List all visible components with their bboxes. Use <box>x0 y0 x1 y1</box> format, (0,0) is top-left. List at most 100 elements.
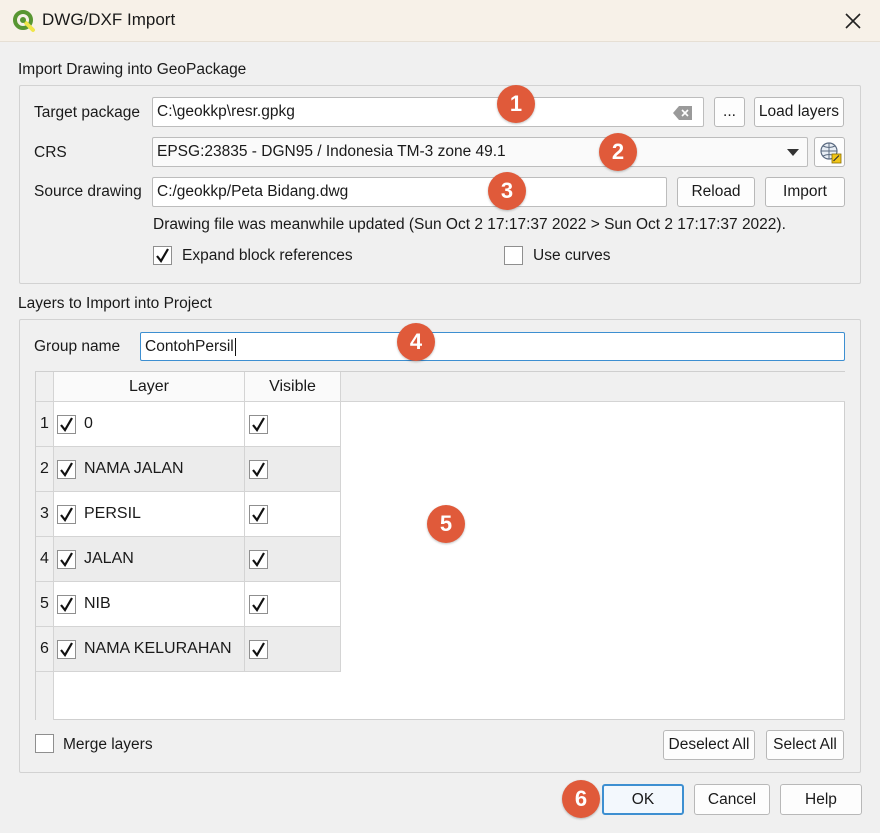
table-row[interactable]: 5 NIB <box>36 582 341 627</box>
layer-cell[interactable]: NIB <box>54 582 245 627</box>
annotation-badge-2: 2 <box>599 133 637 171</box>
checkmark-icon <box>60 552 73 567</box>
reload-button[interactable]: Reload <box>677 177 755 207</box>
help-button[interactable]: Help <box>780 784 862 815</box>
table-row[interactable]: 4 JALAN <box>36 537 341 582</box>
checkmark-icon <box>252 417 265 432</box>
checkmark-icon <box>252 642 265 657</box>
load-layers-button[interactable]: Load layers <box>754 97 844 127</box>
merge-layers-checkbox[interactable] <box>35 734 54 753</box>
checkmark-icon <box>156 248 169 263</box>
layer-cell[interactable]: PERSIL <box>54 492 245 537</box>
checkmark-icon <box>60 597 73 612</box>
layer-name: PERSIL <box>84 505 141 522</box>
table-row[interactable]: 2 NAMA JALAN <box>36 447 341 492</box>
layer-select-checkbox[interactable] <box>57 460 76 479</box>
annotation-badge-6: 6 <box>562 780 600 818</box>
annotation-badge-1: 1 <box>497 85 535 123</box>
layer-select-checkbox[interactable] <box>57 640 76 659</box>
target-package-field[interactable]: C:\geokkp\resr.gpkg <box>152 97 704 127</box>
source-drawing-label: Source drawing <box>34 183 142 200</box>
visible-cell[interactable] <box>245 537 341 582</box>
row-number[interactable]: 1 <box>36 402 54 447</box>
layer-visible-checkbox[interactable] <box>249 640 268 659</box>
chevron-down-icon <box>787 149 799 156</box>
merge-layers-label: Merge layers <box>63 736 153 753</box>
cancel-button[interactable]: Cancel <box>694 784 770 815</box>
checkmark-icon <box>252 462 265 477</box>
annotation-badge-4: 4 <box>397 323 435 361</box>
section-title-layers: Layers to Import into Project <box>18 295 212 312</box>
layer-cell[interactable]: NAMA KELURAHAN <box>54 627 245 672</box>
layer-select-checkbox[interactable] <box>57 595 76 614</box>
target-package-label: Target package <box>34 104 140 121</box>
row-number[interactable]: 4 <box>36 537 54 582</box>
group-name-label: Group name <box>34 338 121 355</box>
layer-select-checkbox[interactable] <box>57 550 76 569</box>
table-row[interactable]: 6 NAMA KELURAHAN <box>36 627 341 672</box>
window-title: DWG/DXF Import <box>42 10 176 29</box>
header-filler <box>341 372 845 402</box>
checkmark-icon <box>60 507 73 522</box>
layer-visible-checkbox[interactable] <box>249 415 268 434</box>
visible-cell[interactable] <box>245 447 341 492</box>
deselect-all-button[interactable]: Deselect All <box>663 730 755 760</box>
visible-cell[interactable] <box>245 627 341 672</box>
row-number[interactable]: 6 <box>36 627 54 672</box>
layer-visible-checkbox[interactable] <box>249 595 268 614</box>
browse-button[interactable]: ... <box>714 97 745 127</box>
expand-block-label: Expand block references <box>182 247 353 264</box>
clear-text-icon[interactable] <box>673 106 693 120</box>
layer-visible-checkbox[interactable] <box>249 460 268 479</box>
globe-crs-icon <box>819 142 841 164</box>
close-icon[interactable] <box>836 4 870 38</box>
crs-value: EPSG:23835 - DGN95 / Indonesia TM-3 zone… <box>157 143 506 160</box>
table-row[interactable]: 3 PERSIL <box>36 492 341 537</box>
text-cursor <box>234 337 236 356</box>
visible-cell[interactable] <box>245 492 341 537</box>
layer-name: 0 <box>84 415 93 432</box>
column-header-visible[interactable]: Visible <box>245 372 341 402</box>
layers-table[interactable]: Layer Visible 1 0 2 NAMA JALAN 3 PERSIL 4 JALAN… <box>35 371 845 720</box>
layer-name: JALAN <box>84 550 134 567</box>
column-header-layer[interactable]: Layer <box>54 372 245 402</box>
title-bar: DWG/DXF Import <box>0 0 880 42</box>
section-title-import-drawing: Import Drawing into GeoPackage <box>18 61 247 78</box>
table-corner <box>36 372 54 402</box>
checkmark-icon <box>60 462 73 477</box>
table-row[interactable]: 10 <box>36 402 341 447</box>
checkmark-icon <box>60 417 73 432</box>
select-all-button[interactable]: Select All <box>766 730 844 760</box>
layer-select-checkbox[interactable] <box>57 505 76 524</box>
row-number[interactable]: 5 <box>36 582 54 627</box>
qgis-logo-icon <box>13 10 35 32</box>
ok-button[interactable]: OK <box>602 784 684 815</box>
visible-cell[interactable] <box>245 582 341 627</box>
source-drawing-field[interactable]: C:/geokkp/Peta Bidang.dwg <box>152 177 667 207</box>
layer-cell[interactable]: JALAN <box>54 537 245 582</box>
checkmark-icon <box>252 597 265 612</box>
use-curves-checkbox[interactable] <box>504 246 523 265</box>
row-number[interactable]: 3 <box>36 492 54 537</box>
layer-cell[interactable]: NAMA JALAN <box>54 447 245 492</box>
target-package-value: C:\geokkp\resr.gpkg <box>157 103 295 120</box>
visible-cell[interactable] <box>245 402 341 447</box>
use-curves-label: Use curves <box>533 247 611 264</box>
annotation-badge-5: 5 <box>427 505 465 543</box>
row-number[interactable]: 2 <box>36 447 54 492</box>
layer-select-checkbox[interactable] <box>57 415 76 434</box>
update-status-message: Drawing file was meanwhile updated (Sun … <box>153 216 786 233</box>
crs-selector-button[interactable] <box>814 137 845 167</box>
import-button[interactable]: Import <box>765 177 845 207</box>
layer-cell[interactable]: 0 <box>54 402 245 447</box>
layer-visible-checkbox[interactable] <box>249 505 268 524</box>
layer-visible-checkbox[interactable] <box>249 550 268 569</box>
layer-name: NAMA JALAN <box>84 460 184 477</box>
crs-label: CRS <box>34 144 67 161</box>
layer-name: NAMA KELURAHAN <box>84 640 232 657</box>
crs-select[interactable]: EPSG:23835 - DGN95 / Indonesia TM-3 zone… <box>152 137 808 167</box>
expand-block-checkbox[interactable] <box>153 246 172 265</box>
group-name-input[interactable]: ContohPersil <box>140 332 845 361</box>
checkmark-icon <box>252 507 265 522</box>
checkmark-icon <box>60 642 73 657</box>
